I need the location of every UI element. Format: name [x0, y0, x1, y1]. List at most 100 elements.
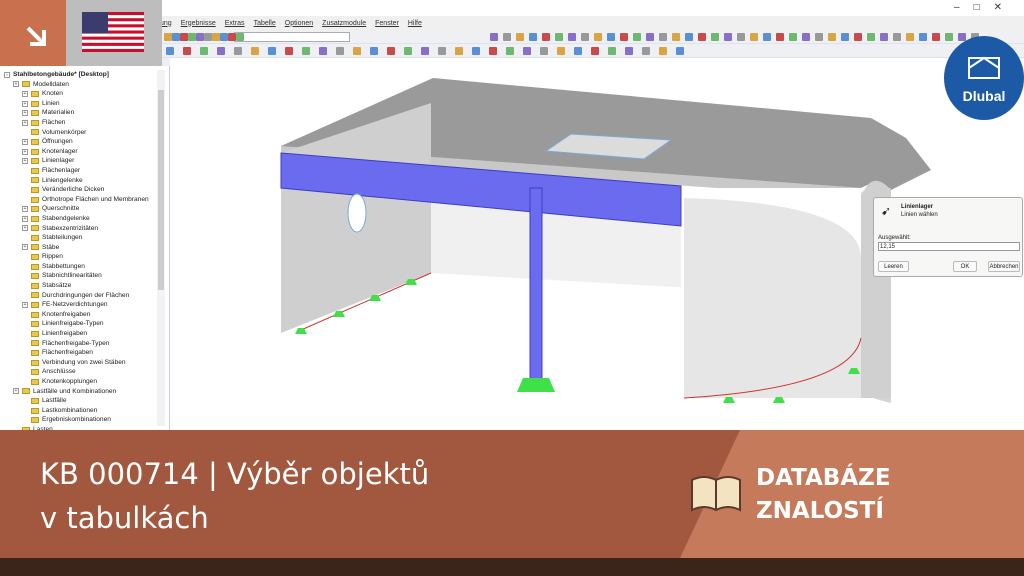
- toolbar-button[interactable]: [251, 47, 259, 55]
- toolbar-button[interactable]: [404, 47, 412, 55]
- toolbar-button[interactable]: [557, 47, 565, 55]
- tree-item[interactable]: + Stäbe: [4, 243, 149, 253]
- expand-toggle[interactable]: +: [22, 119, 28, 126]
- toolbar-button[interactable]: [180, 33, 188, 41]
- toolbar-button[interactable]: [608, 47, 616, 55]
- toolbar-button[interactable]: [302, 47, 310, 55]
- expand-toggle[interactable]: +: [22, 158, 28, 165]
- toolbar-button[interactable]: [906, 33, 914, 41]
- toolbar-button[interactable]: [789, 33, 797, 41]
- toolbar-button[interactable]: [685, 33, 693, 41]
- toolbar-button[interactable]: [642, 47, 650, 55]
- toolbar-button[interactable]: [204, 33, 212, 41]
- toolbar-button[interactable]: [568, 33, 576, 41]
- tree-item[interactable]: + FE-Netzverdichtungen: [4, 300, 149, 310]
- tree-item[interactable]: Stabbettungen: [4, 262, 149, 272]
- tree-item[interactable]: Veränderliche Dicken: [4, 185, 149, 195]
- toolbar-button[interactable]: [698, 33, 706, 41]
- tree-item[interactable]: Flächenfreigabe-Typen: [4, 339, 149, 349]
- toolbar-button[interactable]: [200, 47, 208, 55]
- tree-item[interactable]: + Materialien: [4, 108, 149, 118]
- menu-item[interactable]: Zusatzmodule: [322, 20, 366, 27]
- toolbar-button[interactable]: [319, 47, 327, 55]
- tree-item[interactable]: Stabteilungen: [4, 233, 149, 243]
- toolbar-button[interactable]: [932, 33, 940, 41]
- toolbar-button[interactable]: [421, 47, 429, 55]
- tree-item[interactable]: Flächenlager: [4, 166, 149, 176]
- toolbar-button[interactable]: [633, 33, 641, 41]
- expand-toggle[interactable]: +: [22, 225, 28, 232]
- toolbar-button[interactable]: [919, 33, 927, 41]
- expand-toggle[interactable]: +: [22, 90, 28, 97]
- toolbar-button[interactable]: [529, 33, 537, 41]
- tree-item[interactable]: + Querschnitte: [4, 204, 149, 214]
- toolbar-button[interactable]: [228, 33, 236, 41]
- toolbar-button[interactable]: [893, 33, 901, 41]
- toolbar-button[interactable]: [672, 33, 680, 41]
- ok-button[interactable]: OK: [953, 261, 977, 272]
- tree-item[interactable]: + Linienlager: [4, 156, 149, 166]
- tree-item[interactable]: Linienfreigaben: [4, 329, 149, 339]
- toolbar-button[interactable]: [828, 33, 836, 41]
- toolbar-button[interactable]: [489, 47, 497, 55]
- toolbar-button[interactable]: [841, 33, 849, 41]
- tree-item[interactable]: + Lastfälle und Kombinationen: [4, 387, 149, 397]
- toolbar-button[interactable]: [506, 47, 514, 55]
- toolbar-button[interactable]: [594, 33, 602, 41]
- expand-toggle[interactable]: +: [22, 100, 28, 107]
- toolbar-button[interactable]: [212, 33, 220, 41]
- toolbar-button[interactable]: [776, 33, 784, 41]
- toolbar-button[interactable]: [737, 33, 745, 41]
- toolbar-button[interactable]: [196, 33, 204, 41]
- tree-item[interactable]: Rippen: [4, 252, 149, 262]
- toolbar-button[interactable]: [854, 33, 862, 41]
- toolbar-button[interactable]: [236, 33, 244, 41]
- menu-item[interactable]: Extras: [225, 20, 245, 27]
- tree-scrollbar-thumb[interactable]: [158, 90, 164, 290]
- expand-toggle[interactable]: +: [22, 302, 28, 309]
- toolbar-button[interactable]: [183, 47, 191, 55]
- tree-item[interactable]: Ergebniskombinationen: [4, 415, 149, 425]
- toolbar-button[interactable]: [387, 47, 395, 55]
- us-flag-icon[interactable]: [82, 12, 144, 52]
- menu-item[interactable]: Hilfe: [408, 20, 422, 27]
- tree-item[interactable]: Volumenkörper: [4, 128, 149, 138]
- toolbar-button[interactable]: [166, 47, 174, 55]
- cancel-button[interactable]: Abbrechen: [988, 261, 1020, 272]
- tree-item[interactable]: + Stabexzentrizitäten: [4, 224, 149, 234]
- tree-item[interactable]: + Stabendgelenke: [4, 214, 149, 224]
- toolbar-button[interactable]: [490, 33, 498, 41]
- tree-item[interactable]: Stabnichtlinearitäten: [4, 271, 149, 281]
- toolbar-combo[interactable]: [234, 32, 350, 42]
- toolbar-button[interactable]: [574, 47, 582, 55]
- expand-toggle[interactable]: +: [22, 110, 28, 117]
- tree-item[interactable]: + Knoten: [4, 89, 149, 99]
- toolbar-button[interactable]: [625, 47, 633, 55]
- toolbar-button[interactable]: [542, 33, 550, 41]
- toolbar-button[interactable]: [234, 47, 242, 55]
- toolbar-button[interactable]: [581, 33, 589, 41]
- toolbar-button[interactable]: [750, 33, 758, 41]
- toolbar-button[interactable]: [676, 47, 684, 55]
- toolbar-button[interactable]: [659, 33, 667, 41]
- toolbar-button[interactable]: [516, 33, 524, 41]
- menu-item[interactable]: Tabelle: [254, 20, 276, 27]
- toolbar-button[interactable]: [217, 47, 225, 55]
- window-controls[interactable]: –□✕: [954, 2, 1016, 13]
- expand-toggle[interactable]: +: [22, 206, 28, 213]
- toolbar-button[interactable]: [540, 47, 548, 55]
- expand-toggle[interactable]: +: [13, 81, 19, 88]
- tree-item[interactable]: + Öffnungen: [4, 137, 149, 147]
- toolbar-button[interactable]: [555, 33, 563, 41]
- menu-item[interactable]: Ergebnisse: [181, 20, 216, 27]
- tree-item[interactable]: + Linien: [4, 99, 149, 109]
- toolbar-button[interactable]: [285, 47, 293, 55]
- tree-item[interactable]: Flächenfreigaben: [4, 348, 149, 358]
- toolbar-button[interactable]: [503, 33, 511, 41]
- toolbar-button[interactable]: [220, 33, 228, 41]
- toolbar-button[interactable]: [164, 33, 172, 41]
- expand-toggle[interactable]: +: [22, 138, 28, 145]
- toolbar-button[interactable]: [591, 47, 599, 55]
- tree-item[interactable]: Liniengelenke: [4, 176, 149, 186]
- tree-item[interactable]: Lastkombinationen: [4, 406, 149, 416]
